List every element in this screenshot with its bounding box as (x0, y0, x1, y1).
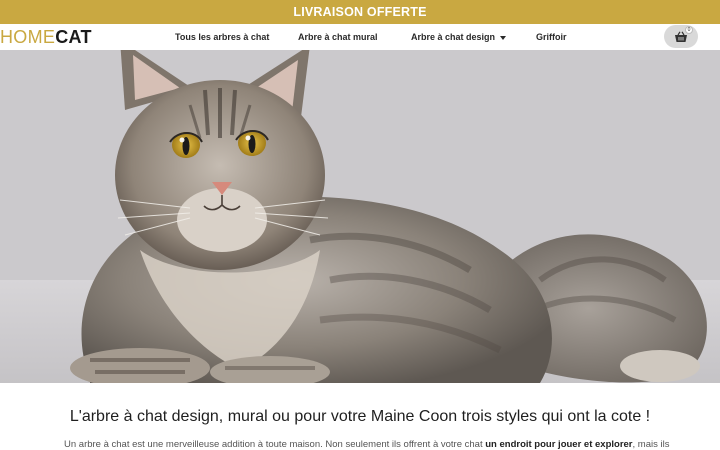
page-headline: L'arbre à chat design, mural ou pour vot… (69, 408, 651, 425)
nav-item-all-cat-trees[interactable]: Tous les arbres à chat (175, 31, 269, 43)
intro-text-start: Un arbre à chat est une merveilleuse add… (64, 439, 486, 450)
site-header: HOMECAT Tous les arbres à chat Arbre à c… (0, 24, 720, 50)
main-nav: Tous les arbres à chat Arbre à chat mura… (0, 24, 720, 50)
cart-count-badge: 0 (685, 26, 693, 34)
intro-text-end: , mais ils (632, 439, 670, 450)
nav-item-label: Arbre à chat design (411, 32, 496, 42)
maine-coon-cat-illustration (0, 50, 720, 383)
nav-item-label: Arbre à chat mural (298, 32, 378, 42)
nav-item-scratcher[interactable]: Griffoir (536, 31, 567, 43)
nav-item-wall-cat-tree[interactable]: Arbre à chat mural (298, 31, 378, 43)
nav-item-design-cat-tree[interactable]: Arbre à chat design (411, 31, 507, 43)
promo-banner: LIVRAISON OFFERTE (0, 0, 720, 24)
chevron-down-icon (500, 35, 507, 40)
nav-item-label: Tous les arbres à chat (175, 32, 270, 42)
promo-text: LIVRAISON OFFERTE (293, 5, 427, 19)
cart-button[interactable]: 0 (664, 25, 698, 48)
intro-text-bold: un endroit pour jouer et explorer (485, 439, 633, 450)
hero-image (0, 50, 720, 383)
intro-paragraph: Un arbre à chat est une merveilleuse add… (64, 438, 669, 450)
nav-item-label: Griffoir (536, 32, 567, 42)
